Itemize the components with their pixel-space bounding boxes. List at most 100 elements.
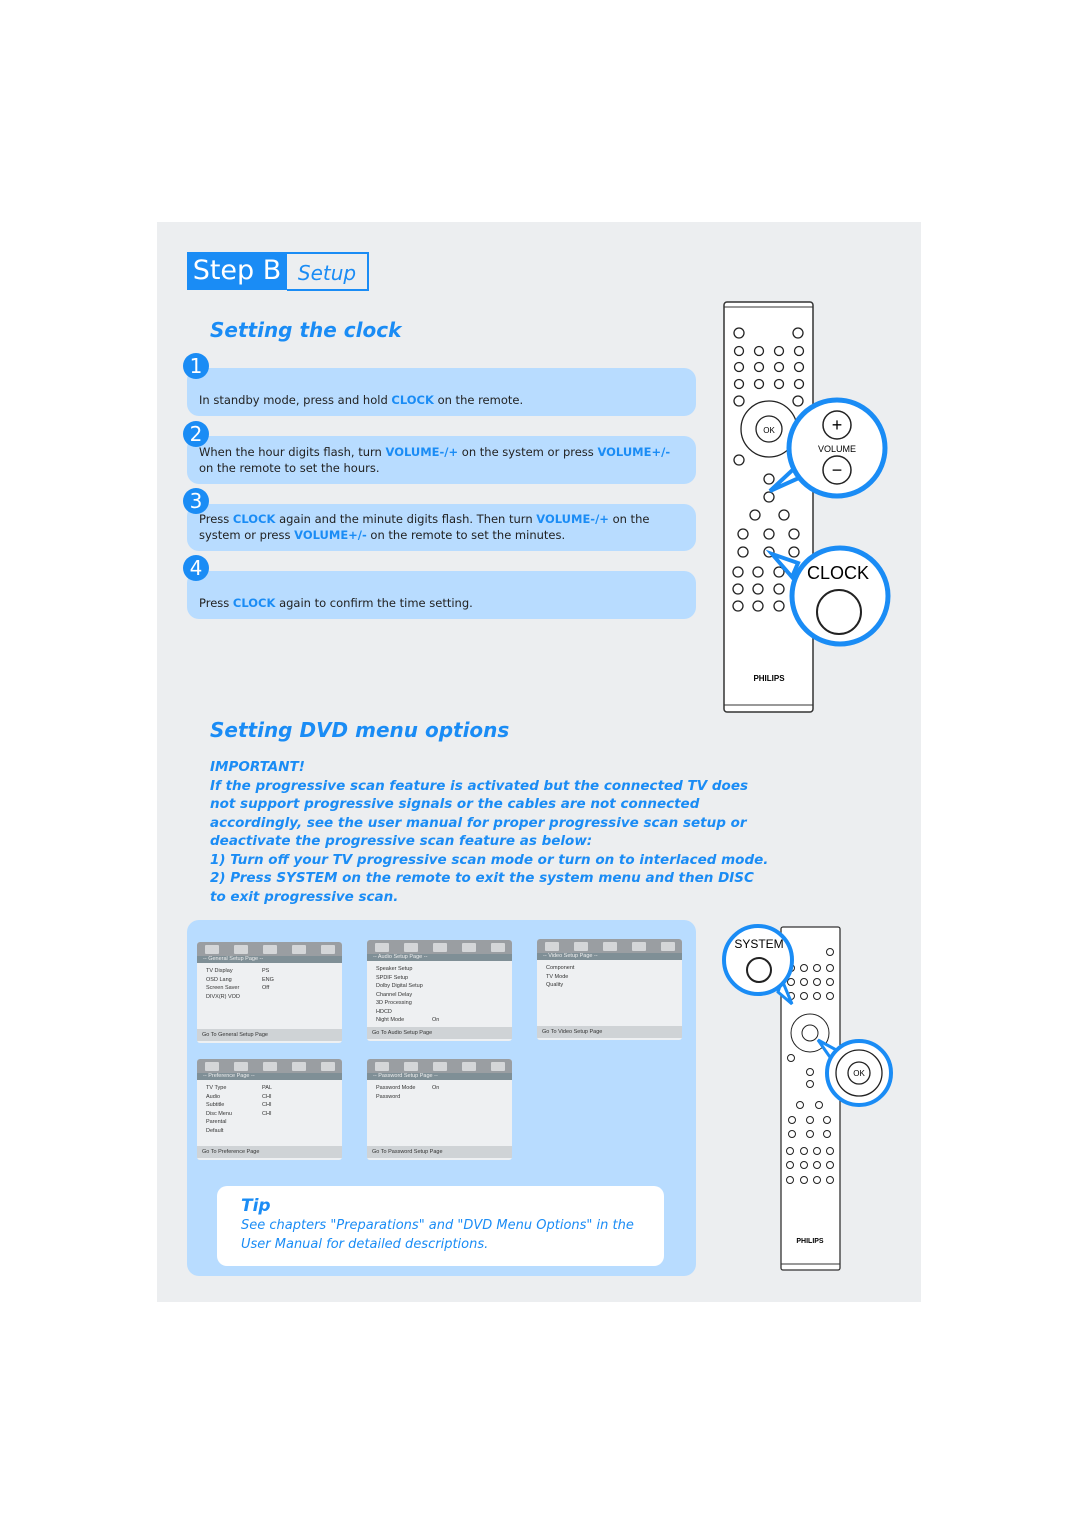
step-text-segment: on the remote to set the hours. [199,460,380,475]
menu-value: ENG [262,976,274,983]
menu-tab-icon [291,944,306,954]
menu-option: Password [376,1093,401,1100]
menu-option: Quality [546,982,564,988]
menu-option: Screen Saver [206,985,240,991]
menu-title: -- Preference Page -- [197,1073,342,1080]
step-number: 1 [183,353,209,379]
menu-screenshot: -- Password Setup Page -- Password Mode On… [367,1059,512,1160]
menu-option: TV Type [206,1085,227,1091]
menu-row: Password [376,1094,503,1103]
important-heading: IMPORTANT! [210,759,305,775]
step-text-segment: on the remote. [433,392,524,407]
menu-tab-icon [204,944,219,954]
menu-option: Component [546,965,575,971]
step-text-segment: Press [199,595,233,610]
ok-label: OK [763,426,775,435]
menu-value: On [432,1017,440,1023]
step-text-segment: When the hour digits flash, turn [199,445,386,459]
step-number: 4 [183,555,209,581]
step-box: When the hour digits flash, turn VOLUME-… [187,436,696,484]
menu-title: -- Video Setup Page -- [537,953,682,960]
highlight-keyword: VOLUME+/- [597,445,671,459]
menu-tab-icon [374,1061,389,1071]
step-text: Press CLOCK again to confirm the time se… [199,596,473,612]
menu-row: 3D Processing [376,1000,503,1009]
menu-screenshot: -- Preference Page -- TV Type PAL Audio CHI S… [197,1059,342,1160]
menu-value: Off [262,985,270,991]
menu-title: -- Audio Setup Page -- [367,954,512,961]
menu-icon-bar [367,1059,512,1073]
menu-value: CHI [262,1110,272,1117]
menu-tab-icon [660,941,675,951]
menu-footer: Go To Password Setup Page [367,1146,512,1158]
svg-text:−: − [832,460,843,480]
menu-row: TV Mode [546,974,673,983]
system-callout: SYSTEM [722,924,794,1006]
menu-value: CHI [262,1093,272,1100]
step-number: 3 [183,488,209,514]
menu-icon-bar [537,939,682,953]
step-text-segment: In standby mode, press and hold [199,392,392,407]
menu-title: -- Password Setup Page -- [367,1073,512,1080]
menu-footer: Go To Video Setup Page [537,1026,682,1038]
menu-tab-icon [461,1061,476,1071]
menu-tab-icon [233,1061,248,1071]
highlight-keyword: VOLUME-/+ [385,445,459,459]
menu-tab-icon [490,1061,505,1071]
menu-row: Channel Delay [376,992,503,1001]
menu-tab-icon [432,942,447,952]
menu-tab-icon [403,1061,418,1071]
menu-footer: Go To Preference Page [197,1146,342,1158]
menu-row: Dolby Digital Setup [376,983,503,992]
menu-row: Disc Menu CHI [206,1111,333,1120]
menu-option: Night Mode [376,1017,405,1023]
menu-row: Quality [546,982,673,991]
brand-logo: PHILIPS [753,674,785,683]
menu-row: OSD Lang ENG [206,977,333,986]
menu-option: Disc Menu [206,1110,232,1117]
important-text: If the progressive scan feature is activ… [210,777,749,850]
menu-value: On [432,1085,440,1091]
step-text-segment: on the system or press [458,445,598,459]
menu-screenshot: -- General Setup Page -- TV Display PS OSD … [197,942,342,1043]
step-box: Press CLOCK again and the minute digits … [187,504,696,551]
clock-title: Setting the clock [210,318,402,342]
menu-value: PAL [262,1085,272,1091]
menu-value: PS [262,968,270,974]
menu-row: Speaker Setup [376,966,503,975]
menu-option: Channel Delay [376,991,413,998]
menu-row: SPDIF Setup [376,975,503,984]
menu-option: TV Mode [546,973,569,980]
step-text-segment: on the remote to set the minutes. [366,527,566,542]
highlight-keyword: VOLUME+/- [294,527,367,542]
menu-row: Default [206,1128,333,1137]
menu-tab-icon [432,1061,447,1071]
svg-text:+: + [832,415,843,435]
menu-tab-icon [320,1061,335,1071]
important-item-1: 1) Turn off your TV progressive scan mod… [210,851,769,868]
menu-tab-icon [291,1061,306,1071]
tip-box: Tip See chapters "Preparations" and "DVD… [217,1186,664,1266]
tip-text: See chapters "Preparations" and "DVD Men… [241,1218,634,1252]
menu-icon-bar [197,1059,342,1073]
menu-screenshot: -- Audio Setup Page -- Speaker Setup SPDIF… [367,940,512,1041]
menu-tab-icon [461,942,476,952]
menu-icon-bar [367,940,512,954]
volume-label: VOLUME [818,444,856,454]
menu-footer: Go To General Setup Page [197,1029,342,1041]
important-item-2: 2) Press SYSTEM on the remote to exit th… [210,870,754,905]
menu-option: Password Mode [376,1085,416,1091]
system-label: SYSTEM [734,937,783,951]
menu-tab-icon [631,941,646,951]
step-text-segment: again and the minute digits flash. Then … [275,512,537,526]
menu-screenshot: -- Video Setup Page -- Component TV Mode Qu… [537,939,682,1040]
menu-row: Screen Saver Off [206,985,333,994]
menu-tab-icon [233,944,248,954]
menu-option: SPDIF Setup [376,974,409,981]
step-text-segment: again to confirm the time setting. [275,595,473,610]
menu-row: HDCD [376,1009,503,1018]
menu-option: 3D Processing [376,1000,412,1006]
step-box: Press CLOCK again to confirm the time se… [187,571,696,619]
brand-logo-2: PHILIPS [796,1238,824,1245]
remote-illustration-2: PHILIPS SYSTEM OK [722,924,893,1271]
